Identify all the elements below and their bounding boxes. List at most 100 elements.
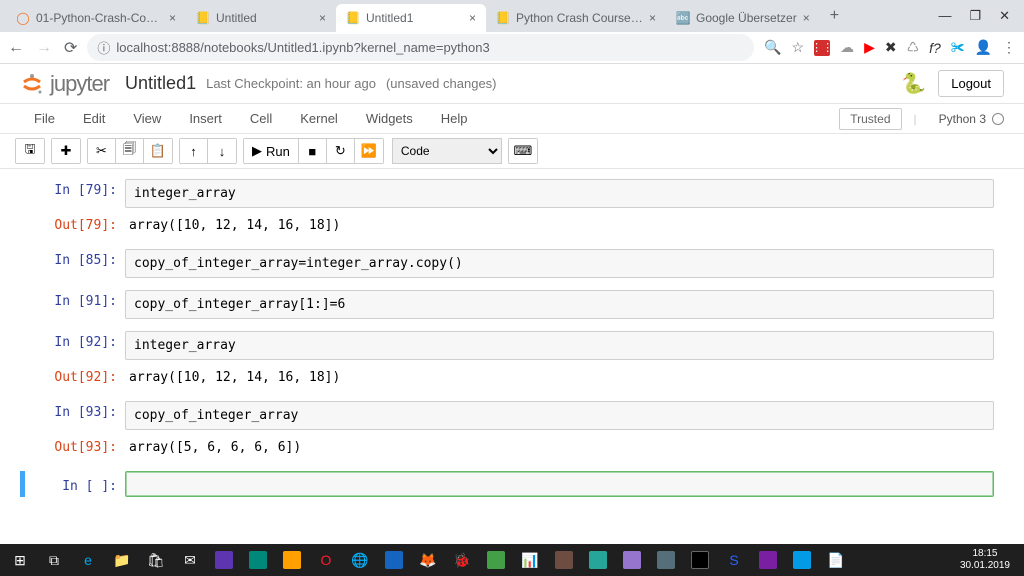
app-icon[interactable]: 📄 — [820, 546, 852, 574]
code-cell[interactable]: In [91]: copy_of_integer_array[1:]=6 — [30, 290, 994, 319]
code-cell[interactable]: In [79]: integer_array — [30, 179, 994, 208]
browser-tab[interactable]: 🔤 Google Übersetzer × — [666, 4, 820, 32]
url-input[interactable]: ⓘ localhost:8888/notebooks/Untitled1.ipy… — [87, 34, 754, 61]
code-cell[interactable]: In [92]: integer_array — [30, 331, 994, 360]
app-icon[interactable] — [752, 546, 784, 574]
reload-icon[interactable]: ⟳ — [64, 38, 77, 58]
code-cell[interactable]: In [93]: copy_of_integer_array — [30, 401, 994, 430]
tab-close-icon[interactable]: × — [169, 11, 176, 25]
tab-close-icon[interactable]: × — [803, 11, 810, 25]
kernel-indicator[interactable]: Python 3 — [929, 112, 1004, 126]
app-icon[interactable] — [548, 546, 580, 574]
menu-insert[interactable]: Insert — [175, 111, 236, 126]
app-icon[interactable] — [242, 546, 274, 574]
app-icon[interactable] — [480, 546, 512, 574]
minimize-icon[interactable]: — — [938, 8, 951, 24]
app-icon[interactable] — [786, 546, 818, 574]
paste-icon[interactable]: 📋 — [144, 139, 172, 163]
save-icon[interactable]: 🖫 — [16, 139, 44, 163]
menu-file[interactable]: File — [20, 111, 69, 126]
ext-icon[interactable]: ☁ — [840, 39, 854, 56]
code-input[interactable] — [125, 471, 994, 497]
notebook-title[interactable]: Untitled1 — [125, 73, 196, 94]
code-input[interactable]: integer_array — [125, 331, 994, 360]
cut-icon[interactable]: ✂ — [88, 139, 116, 163]
menu-cell[interactable]: Cell — [236, 111, 286, 126]
translate-favicon: 🔤 — [676, 11, 690, 25]
back-icon[interactable]: ← — [8, 39, 24, 57]
move-down-icon[interactable]: ↓ — [208, 139, 236, 163]
app-icon[interactable] — [208, 546, 240, 574]
opera-icon[interactable]: O — [310, 546, 342, 574]
app-icon[interactable] — [582, 546, 614, 574]
code-input[interactable]: copy_of_integer_array[1:]=6 — [125, 290, 994, 319]
maximize-icon[interactable]: ❐ — [969, 8, 981, 24]
jupyter-favicon: 📒 — [346, 11, 360, 25]
code-cell-selected[interactable]: In [ ]: — [30, 471, 994, 497]
code-input[interactable]: integer_array — [125, 179, 994, 208]
output-cell: Out[92]: array([10, 12, 14, 16, 18]) — [30, 366, 994, 389]
tab-close-icon[interactable]: × — [469, 11, 476, 25]
out-prompt: Out[93]: — [30, 436, 125, 459]
jupyter-logo[interactable]: jupyter — [20, 71, 109, 97]
menu-widgets[interactable]: Widgets — [352, 111, 427, 126]
app-icon[interactable]: 📊 — [514, 546, 546, 574]
store-icon[interactable]: 🛍 — [140, 546, 172, 574]
app-icon[interactable]: S — [718, 546, 750, 574]
cmd-icon[interactable] — [684, 546, 716, 574]
tab-close-icon[interactable]: × — [319, 11, 326, 25]
explorer-icon[interactable]: 📁 — [106, 546, 138, 574]
app-icon[interactable] — [650, 546, 682, 574]
command-palette-icon[interactable]: ⌨ — [509, 139, 537, 163]
menu-help[interactable]: Help — [427, 111, 482, 126]
trusted-badge[interactable]: Trusted — [839, 108, 901, 130]
forward-icon[interactable]: → — [36, 39, 52, 57]
taskview-icon[interactable]: ⧉ — [38, 546, 70, 574]
new-tab-button[interactable]: + — [820, 7, 849, 25]
browser-tab[interactable]: 📒 Untitled × — [186, 4, 336, 32]
copy-icon[interactable]: 🗐 — [116, 139, 144, 163]
zoom-icon[interactable]: 🔍 — [764, 39, 781, 56]
profile-icon[interactable]: 👤 — [975, 39, 992, 56]
ext-icon[interactable]: ⋮⋮ — [814, 40, 830, 56]
tab-close-icon[interactable]: × — [649, 11, 656, 25]
browser-tab-active[interactable]: 📒 Untitled1 × — [336, 4, 486, 32]
close-window-icon[interactable]: ✕ — [999, 8, 1010, 24]
app-icon[interactable] — [378, 546, 410, 574]
tab-title: Untitled — [216, 11, 313, 25]
restart-icon[interactable]: ↻ — [327, 139, 355, 163]
logout-button[interactable]: Logout — [938, 70, 1004, 97]
tab-title: 01-Python-Crash-Course/ — [36, 11, 163, 25]
mail-icon[interactable]: ✉ — [174, 546, 206, 574]
ext-icon[interactable]: ♺ — [907, 39, 920, 56]
menu-kernel[interactable]: Kernel — [286, 111, 352, 126]
add-cell-icon[interactable]: ✚ — [52, 139, 80, 163]
celltype-select[interactable]: Code — [392, 138, 502, 164]
menu-view[interactable]: View — [119, 111, 175, 126]
code-input[interactable]: copy_of_integer_array — [125, 401, 994, 430]
firefox-icon[interactable]: 🦊 — [412, 546, 444, 574]
menu-icon[interactable]: ⋮ — [1002, 39, 1016, 56]
ext-icon[interactable]: f? — [929, 40, 941, 56]
browser-tab[interactable]: 📒 Python Crash Course Exerc × — [486, 4, 666, 32]
browser-tab[interactable]: ◯ 01-Python-Crash-Course/ × — [6, 4, 186, 32]
move-up-icon[interactable]: ↑ — [180, 139, 208, 163]
code-input[interactable]: copy_of_integer_array=integer_array.copy… — [125, 249, 994, 278]
ext-icon[interactable]: ✀ — [951, 39, 965, 56]
app-icon[interactable]: 🐞 — [446, 546, 478, 574]
star-icon[interactable]: ☆ — [792, 39, 805, 56]
fast-forward-icon[interactable]: ⏩ — [355, 139, 383, 163]
app-icon[interactable] — [276, 546, 308, 574]
app-icon[interactable] — [616, 546, 648, 574]
edge-icon[interactable]: e — [72, 546, 104, 574]
run-button[interactable]: ▶ Run — [244, 139, 299, 163]
chrome-icon[interactable]: 🌐 — [344, 546, 376, 574]
code-cell[interactable]: In [85]: copy_of_integer_array=integer_a… — [30, 249, 994, 278]
start-icon[interactable]: ⊞ — [4, 546, 36, 574]
youtube-icon[interactable]: ▶ — [864, 39, 875, 56]
stop-icon[interactable]: ■ — [299, 139, 327, 163]
system-clock[interactable]: 18:15 30.01.2019 — [950, 548, 1020, 572]
info-icon[interactable]: ⓘ — [97, 38, 110, 57]
ext-icon[interactable]: ✖ — [885, 39, 897, 56]
menu-edit[interactable]: Edit — [69, 111, 119, 126]
